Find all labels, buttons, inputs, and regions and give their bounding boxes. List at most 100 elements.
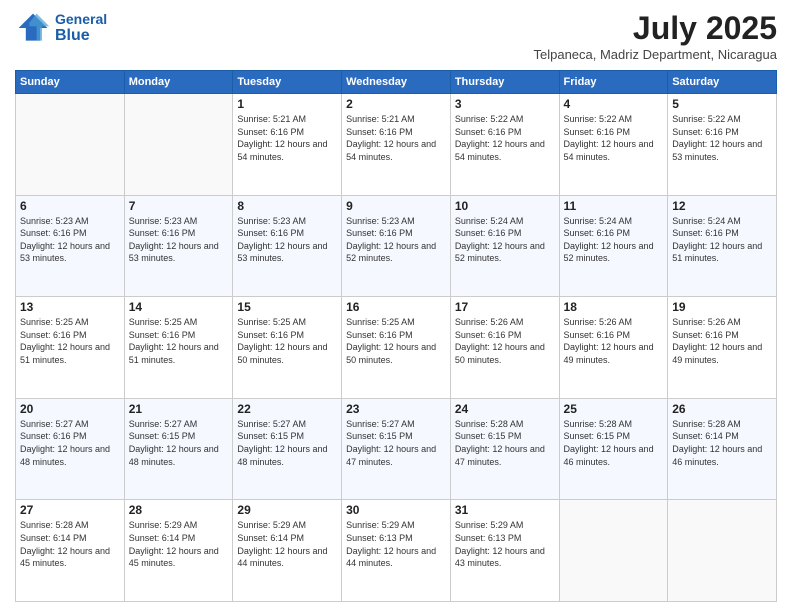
day-number: 22 (237, 402, 337, 416)
calendar-cell (124, 94, 233, 196)
calendar-cell (559, 500, 668, 602)
weekday-header-thursday: Thursday (450, 71, 559, 94)
day-number: 24 (455, 402, 555, 416)
day-info: Sunrise: 5:22 AM Sunset: 6:16 PM Dayligh… (455, 113, 555, 163)
day-number: 9 (346, 199, 446, 213)
calendar-cell: 14 Sunrise: 5:25 AM Sunset: 6:16 PM Dayli… (124, 297, 233, 399)
calendar-cell: 26Sunrise: 5:28 AM Sunset: 6:14 PM Dayli… (668, 398, 777, 500)
day-number: 16 (346, 300, 446, 314)
calendar-week-row: 27 Sunrise: 5:28 AM Sunset: 6:14 PM Dayli… (16, 500, 777, 602)
day-number: 18 (564, 300, 664, 314)
day-info: Sunrise: 5:23 AM Sunset: 6:16 PM Dayligh… (346, 215, 446, 265)
day-info: Sunrise: 5:28 AM Sunset: 6:15 PM Dayligh… (455, 418, 555, 468)
day-info: Sunrise: 5:23 AM Sunset: 6:16 PM Dayligh… (20, 215, 120, 265)
calendar-week-row: 13 Sunrise: 5:25 AM Sunset: 6:16 PM Dayli… (16, 297, 777, 399)
logo-blue: Blue (55, 27, 107, 45)
calendar-cell: 4 Sunrise: 5:22 AM Sunset: 6:16 PM Daylig… (559, 94, 668, 196)
day-info: Sunrise: 5:22 AM Sunset: 6:16 PM Dayligh… (672, 113, 772, 163)
weekday-header-saturday: Saturday (668, 71, 777, 94)
calendar-cell: 24 Sunrise: 5:28 AM Sunset: 6:15 PM Dayli… (450, 398, 559, 500)
day-number: 12 (672, 199, 772, 213)
day-info: Sunrise: 5:29 AM Sunset: 6:13 PM Dayligh… (455, 519, 555, 569)
day-number: 19 (672, 300, 772, 314)
logo-general: General (55, 12, 107, 27)
calendar-cell: 19 Sunrise: 5:26 AM Sunset: 6:16 PM Dayli… (668, 297, 777, 399)
calendar-cell: 11 Sunrise: 5:24 AM Sunset: 6:16 PM Dayli… (559, 195, 668, 297)
day-info: Sunrise: 5:26 AM Sunset: 6:16 PM Dayligh… (455, 316, 555, 366)
day-info: Sunrise: 5:25 AM Sunset: 6:16 PM Dayligh… (129, 316, 229, 366)
logo-icon (15, 10, 51, 46)
logo: General Blue (15, 10, 107, 46)
day-info: Sunrise: 5:28 AM Sunset: 6:14 PM Dayligh… (20, 519, 120, 569)
day-number: 20 (20, 402, 120, 416)
day-number: 2 (346, 97, 446, 111)
calendar-table: SundayMondayTuesdayWednesdayThursdayFrid… (15, 70, 777, 602)
calendar-cell: 9 Sunrise: 5:23 AM Sunset: 6:16 PM Daylig… (342, 195, 451, 297)
day-info: Sunrise: 5:25 AM Sunset: 6:16 PM Dayligh… (346, 316, 446, 366)
day-info: Sunrise: 5:21 AM Sunset: 6:16 PM Dayligh… (237, 113, 337, 163)
day-number: 21 (129, 402, 229, 416)
calendar-cell: 27 Sunrise: 5:28 AM Sunset: 6:14 PM Dayli… (16, 500, 125, 602)
calendar-cell: 17Sunrise: 5:26 AM Sunset: 6:16 PM Dayli… (450, 297, 559, 399)
day-info: Sunrise: 5:26 AM Sunset: 6:16 PM Dayligh… (564, 316, 664, 366)
weekday-header-friday: Friday (559, 71, 668, 94)
day-number: 4 (564, 97, 664, 111)
calendar-cell: 13Sunrise: 5:25 AM Sunset: 6:16 PM Dayli… (16, 297, 125, 399)
day-info: Sunrise: 5:29 AM Sunset: 6:14 PM Dayligh… (237, 519, 337, 569)
day-number: 15 (237, 300, 337, 314)
day-number: 11 (564, 199, 664, 213)
day-info: Sunrise: 5:27 AM Sunset: 6:15 PM Dayligh… (237, 418, 337, 468)
calendar-cell: 15Sunrise: 5:25 AM Sunset: 6:16 PM Dayli… (233, 297, 342, 399)
day-number: 31 (455, 503, 555, 517)
day-info: Sunrise: 5:29 AM Sunset: 6:14 PM Dayligh… (129, 519, 229, 569)
weekday-header-row: SundayMondayTuesdayWednesdayThursdayFrid… (16, 71, 777, 94)
day-number: 8 (237, 199, 337, 213)
calendar-cell: 21 Sunrise: 5:27 AM Sunset: 6:15 PM Dayli… (124, 398, 233, 500)
day-number: 1 (237, 97, 337, 111)
calendar-week-row: 1 Sunrise: 5:21 AM Sunset: 6:16 PM Daylig… (16, 94, 777, 196)
day-number: 7 (129, 199, 229, 213)
day-info: Sunrise: 5:27 AM Sunset: 6:15 PM Dayligh… (129, 418, 229, 468)
calendar-cell (16, 94, 125, 196)
calendar-cell: 30 Sunrise: 5:29 AM Sunset: 6:13 PM Dayli… (342, 500, 451, 602)
day-number: 14 (129, 300, 229, 314)
day-info: Sunrise: 5:26 AM Sunset: 6:16 PM Dayligh… (672, 316, 772, 366)
day-number: 30 (346, 503, 446, 517)
calendar-cell: 1 Sunrise: 5:21 AM Sunset: 6:16 PM Daylig… (233, 94, 342, 196)
day-info: Sunrise: 5:24 AM Sunset: 6:16 PM Dayligh… (672, 215, 772, 265)
day-info: Sunrise: 5:29 AM Sunset: 6:13 PM Dayligh… (346, 519, 446, 569)
weekday-header-wednesday: Wednesday (342, 71, 451, 94)
day-number: 28 (129, 503, 229, 517)
calendar-cell (668, 500, 777, 602)
day-info: Sunrise: 5:27 AM Sunset: 6:15 PM Dayligh… (346, 418, 446, 468)
day-info: Sunrise: 5:24 AM Sunset: 6:16 PM Dayligh… (564, 215, 664, 265)
calendar-cell: 6 Sunrise: 5:23 AM Sunset: 6:16 PM Daylig… (16, 195, 125, 297)
day-number: 27 (20, 503, 120, 517)
calendar-cell: 20 Sunrise: 5:27 AM Sunset: 6:16 PM Dayli… (16, 398, 125, 500)
day-number: 26 (672, 402, 772, 416)
day-number: 6 (20, 199, 120, 213)
calendar-cell: 8 Sunrise: 5:23 AM Sunset: 6:16 PM Daylig… (233, 195, 342, 297)
day-info: Sunrise: 5:23 AM Sunset: 6:16 PM Dayligh… (237, 215, 337, 265)
day-info: Sunrise: 5:22 AM Sunset: 6:16 PM Dayligh… (564, 113, 664, 163)
weekday-header-tuesday: Tuesday (233, 71, 342, 94)
calendar-cell: 12 Sunrise: 5:24 AM Sunset: 6:16 PM Dayli… (668, 195, 777, 297)
day-info: Sunrise: 5:28 AM Sunset: 6:15 PM Dayligh… (564, 418, 664, 468)
calendar-cell: 31 Sunrise: 5:29 AM Sunset: 6:13 PM Dayli… (450, 500, 559, 602)
day-number: 10 (455, 199, 555, 213)
calendar-cell: 5Sunrise: 5:22 AM Sunset: 6:16 PM Daylig… (668, 94, 777, 196)
day-number: 25 (564, 402, 664, 416)
weekday-header-monday: Monday (124, 71, 233, 94)
location: Telpaneca, Madriz Department, Nicaragua (533, 47, 777, 62)
calendar-cell: 3Sunrise: 5:22 AM Sunset: 6:16 PM Daylig… (450, 94, 559, 196)
day-number: 29 (237, 503, 337, 517)
day-info: Sunrise: 5:27 AM Sunset: 6:16 PM Dayligh… (20, 418, 120, 468)
day-number: 13 (20, 300, 120, 314)
weekday-header-sunday: Sunday (16, 71, 125, 94)
header: General Blue July 2025 Telpaneca, Madriz… (15, 10, 777, 62)
calendar-cell: 10Sunrise: 5:24 AM Sunset: 6:16 PM Dayli… (450, 195, 559, 297)
calendar-cell: 28 Sunrise: 5:29 AM Sunset: 6:14 PM Dayli… (124, 500, 233, 602)
page: General Blue July 2025 Telpaneca, Madriz… (0, 0, 792, 612)
day-info: Sunrise: 5:21 AM Sunset: 6:16 PM Dayligh… (346, 113, 446, 163)
calendar-cell: 29 Sunrise: 5:29 AM Sunset: 6:14 PM Dayli… (233, 500, 342, 602)
